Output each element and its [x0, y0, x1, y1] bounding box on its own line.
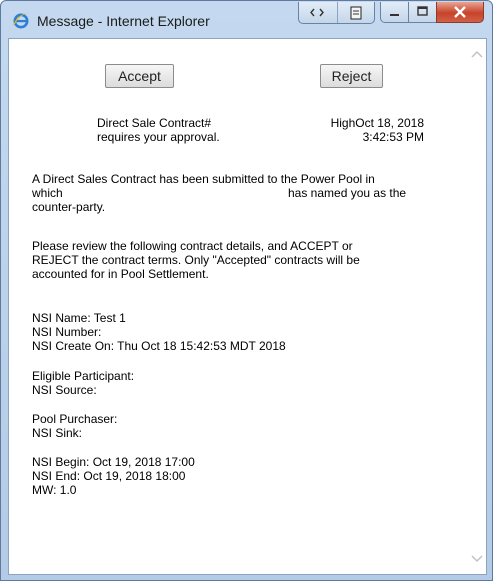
maximize-icon: [417, 6, 428, 16]
nsi-name-text: NSI Name: Test 1: [32, 311, 126, 325]
intro-named-text: has named you as the: [288, 186, 407, 200]
maximize-button[interactable]: [408, 2, 437, 23]
intro-paragraph: A Direct Sales Contract has been submitt…: [32, 172, 462, 214]
window-title: Message - Internet Explorer: [37, 13, 210, 29]
reject-button[interactable]: Reject: [320, 64, 383, 88]
minimize-button[interactable]: [380, 2, 409, 23]
contract-number-text: Direct Sale Contract#: [97, 116, 212, 130]
title-bar[interactable]: Message - Internet Explorer: [1, 1, 492, 38]
internet-explorer-icon: [13, 13, 29, 29]
contract-date: HighOct 18, 2018 3:42:53 PM: [314, 116, 424, 144]
review-line: accounted for in Pool Settlement.: [32, 267, 209, 281]
review-line: REJECT the contract terms. Only "Accepte…: [32, 253, 360, 267]
page-icon: [350, 6, 362, 20]
nsi-number-text: NSI Number:: [32, 325, 102, 339]
contract-header: Direct Sale Contract# requires your appr…: [97, 116, 287, 144]
time-text: 3:42:53 PM: [362, 130, 424, 144]
close-button[interactable]: [436, 2, 484, 23]
nsi-create-text: NSI Create On: Thu Oct 18 15:42:53 MDT 2…: [32, 339, 286, 353]
scroll-up-icon[interactable]: [468, 45, 486, 65]
vertical-scrollbar[interactable]: [468, 39, 486, 574]
review-line: Please review the following contract det…: [32, 239, 353, 253]
mw-text: MW: 1.0: [32, 483, 77, 497]
close-icon: [454, 6, 466, 18]
pool-purchaser-text: Pool Purchaser:: [32, 412, 118, 426]
nsi-sink-text: NSI Sink:: [32, 426, 83, 440]
compatibility-view-icon: [310, 8, 324, 17]
intro-line: counter-party.: [32, 200, 106, 214]
page-view-button[interactable]: [337, 2, 375, 23]
nsi-details: NSI Name: Test 1 NSI Number: NSI Create …: [32, 311, 462, 353]
priority-date-text: HighOct 18, 2018: [330, 116, 424, 130]
intro-which-text: which: [32, 186, 63, 200]
participant-details: Eligible Participant: NSI Source:: [32, 369, 462, 397]
intro-line: A Direct Sales Contract has been submitt…: [32, 172, 375, 186]
message-content: Accept Reject Direct Sale Contract# requ…: [9, 39, 468, 574]
purchaser-details: Pool Purchaser: NSI Sink:: [32, 412, 462, 440]
window-controls: [380, 2, 484, 23]
message-client-area: Accept Reject Direct Sale Contract# requ…: [8, 38, 487, 575]
minimize-icon: [390, 14, 399, 16]
review-paragraph: Please review the following contract det…: [32, 239, 462, 281]
scroll-down-icon[interactable]: [468, 548, 486, 568]
schedule-details: NSI Begin: Oct 19, 2018 17:00 NSI End: O…: [32, 455, 462, 497]
nsi-begin-text: NSI Begin: Oct 19, 2018 17:00: [32, 455, 195, 469]
compat-button-group: [298, 2, 375, 24]
eligible-participant-text: Eligible Participant:: [32, 369, 135, 383]
compatibility-view-button[interactable]: [299, 2, 336, 23]
intro-line: which has named you as the: [32, 186, 462, 200]
nsi-source-text: NSI Source:: [32, 383, 97, 397]
accept-button[interactable]: Accept: [105, 64, 174, 88]
nsi-end-text: NSI End: Oct 19, 2018 18:00: [32, 469, 186, 483]
approval-request-text: requires your approval.: [97, 130, 220, 144]
ie-message-window: Message - Internet Explorer Accept Rejec…: [0, 0, 493, 581]
